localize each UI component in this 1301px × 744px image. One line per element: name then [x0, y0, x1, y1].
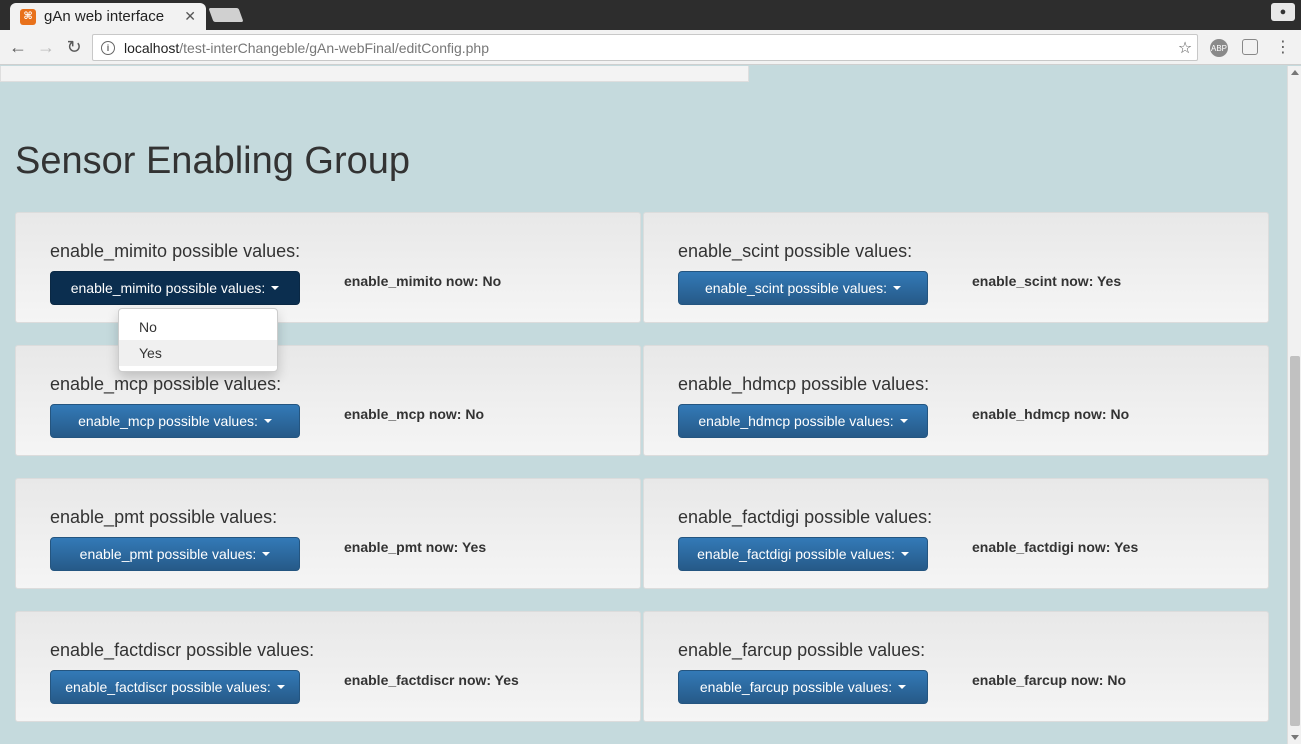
dropdown-button-label: enable_factdigi possible values:	[697, 546, 895, 562]
page-info-icon[interactable]: i	[101, 40, 115, 55]
caret-down-icon	[899, 419, 908, 423]
caret-down-icon	[271, 286, 280, 290]
dropdown-option-no[interactable]: No	[119, 314, 277, 340]
card-label: enable_mimito possible values:	[50, 241, 301, 261]
dropdown-option-yes[interactable]: Yes	[119, 340, 277, 366]
current-value: enable_farcup now: No	[972, 672, 1127, 688]
enable-pmt-dropdown-button[interactable]: enable_pmt possible values:	[50, 537, 300, 571]
page-viewport: Sensor Enabling Group enable_mimito poss…	[0, 66, 1287, 744]
previous-panel-bottom	[0, 66, 749, 82]
dropdown-button-label: enable_factdiscr possible values:	[65, 679, 271, 695]
enable-factdiscr-dropdown-button[interactable]: enable_factdiscr possible values:	[50, 670, 300, 704]
tab-title: gAn web interface	[44, 8, 165, 25]
browser-menu-icon[interactable]: ⋮	[1272, 36, 1294, 58]
scroll-down-arrow-icon[interactable]	[1291, 735, 1299, 740]
caret-down-icon	[893, 286, 902, 290]
caret-down-icon	[276, 685, 285, 689]
browser-toolbar: ← → ↻ i localhost/test-interChangeble/gA…	[0, 30, 1301, 65]
adblock-label: ABP	[1210, 43, 1227, 53]
enable-scint-dropdown-button[interactable]: enable_scint possible values:	[678, 271, 928, 305]
card-label: enable_factdiscr possible values:	[50, 640, 315, 660]
new-tab-button[interactable]	[208, 8, 244, 22]
config-card-enable-farcup: enable_farcup possible values: enable_fa…	[643, 611, 1269, 722]
enable-mcp-dropdown-button[interactable]: enable_mcp possible values:	[50, 404, 300, 438]
card-label: enable_factdigi possible values:	[678, 507, 933, 527]
current-value: enable_pmt now: Yes	[344, 539, 487, 555]
config-card-enable-hdmcp: enable_hdmcp possible values: enable_hdm…	[643, 345, 1269, 456]
tab-close-icon[interactable]: ✕	[184, 8, 196, 25]
address-bar[interactable]: i localhost/test-interChangeble/gAn-webF…	[92, 34, 1198, 61]
url-text[interactable]: localhost/test-interChangeble/gAn-webFin…	[124, 40, 1173, 56]
current-value: enable_scint now: Yes	[972, 273, 1122, 289]
caret-down-icon	[898, 685, 907, 689]
scrollbar-thumb[interactable]	[1290, 356, 1300, 726]
bookmark-star-icon[interactable]: ☆	[1173, 38, 1197, 58]
caret-down-icon	[263, 419, 272, 423]
config-card-enable-pmt: enable_pmt possible values: enable_pmt p…	[15, 478, 641, 589]
browser-tab-strip: ⌘ gAn web interface ✕ ●	[0, 0, 1301, 30]
back-arrow-icon[interactable]: ←	[7, 36, 29, 58]
card-label: enable_hdmcp possible values:	[678, 374, 930, 394]
dropdown-button-label: enable_farcup possible values:	[699, 679, 893, 695]
scroll-up-arrow-icon[interactable]	[1291, 70, 1299, 75]
config-card-enable-factdiscr: enable_factdiscr possible values: enable…	[15, 611, 641, 722]
config-card-enable-mimito: enable_mimito possible values: enable_mi…	[15, 212, 641, 323]
caret-down-icon	[900, 552, 909, 556]
enable-factdigi-dropdown-button[interactable]: enable_factdigi possible values:	[678, 537, 928, 571]
card-label: enable_pmt possible values:	[50, 507, 278, 527]
enable-mimito-dropdown-button[interactable]: enable_mimito possible values:	[50, 271, 300, 305]
current-value: enable_mcp now: No	[344, 406, 485, 422]
url-host: localhost	[124, 39, 180, 56]
config-card-enable-factdigi: enable_factdigi possible values: enable_…	[643, 478, 1269, 589]
dropdown-button-label: enable_scint possible values:	[704, 280, 888, 296]
enable-farcup-dropdown-button[interactable]: enable_farcup possible values:	[678, 670, 928, 704]
section-title: Sensor Enabling Group	[15, 140, 411, 182]
card-label: enable_scint possible values:	[678, 241, 913, 261]
dropdown-button-label: enable_pmt possible values:	[79, 546, 257, 562]
config-card-enable-scint: enable_scint possible values: enable_sci…	[643, 212, 1269, 323]
extension-cube-icon[interactable]	[1242, 39, 1258, 55]
profile-icon[interactable]: ●	[1271, 3, 1295, 21]
card-label: enable_mcp possible values:	[50, 374, 282, 394]
current-value: enable_factdigi now: Yes	[972, 539, 1139, 555]
dropdown-button-label: enable_hdmcp possible values:	[698, 413, 894, 429]
dropdown-button-label: enable_mimito possible values:	[70, 280, 266, 296]
forward-arrow-icon[interactable]: →	[35, 36, 57, 58]
current-value: enable_factdiscr now: Yes	[344, 672, 519, 688]
current-value: enable_mimito now: No	[344, 273, 502, 289]
dropdown-button-label: enable_mcp possible values:	[78, 413, 258, 429]
reload-icon[interactable]: ↻	[63, 36, 85, 58]
adblock-extension-icon[interactable]: ABP	[1210, 39, 1228, 57]
browser-tab[interactable]: ⌘ gAn web interface ✕	[10, 3, 206, 30]
enable-hdmcp-dropdown-button[interactable]: enable_hdmcp possible values:	[678, 404, 928, 438]
config-card-enable-mcp: enable_mcp possible values: enable_mcp p…	[15, 345, 641, 456]
current-value: enable_hdmcp now: No	[972, 406, 1130, 422]
enable-mimito-dropdown-menu: No Yes	[118, 308, 278, 372]
card-label: enable_farcup possible values:	[678, 640, 926, 660]
page-scrollbar[interactable]	[1287, 66, 1301, 744]
xampp-favicon-icon: ⌘	[20, 8, 36, 25]
url-path: /test-interChangeble/gAn-webFinal/editCo…	[179, 39, 490, 56]
caret-down-icon	[262, 552, 271, 556]
